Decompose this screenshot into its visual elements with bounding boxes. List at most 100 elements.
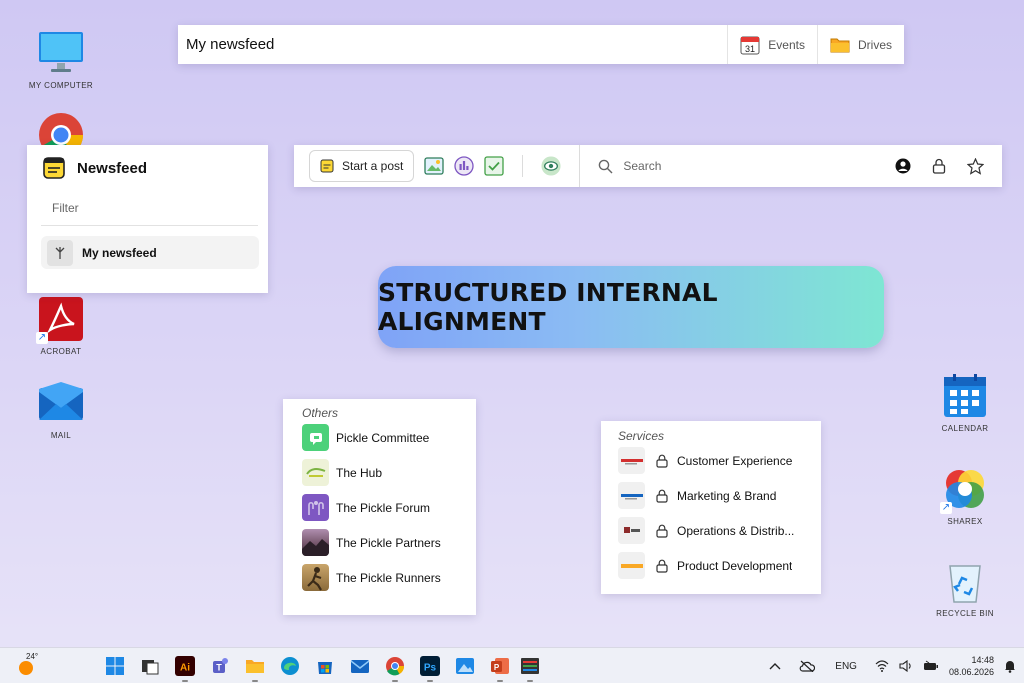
desktop-icon-acrobat[interactable]: ↗ ACROBAT: [21, 296, 101, 356]
notification-bell-icon[interactable]: [1004, 659, 1016, 673]
cloud-sync-icon[interactable]: [799, 660, 816, 672]
lock-icon: [655, 454, 669, 468]
calendar-31-icon: 31: [740, 36, 760, 54]
list-item-the-pickle-forum[interactable]: The Pickle Forum: [302, 490, 476, 525]
events-label: Events: [768, 37, 805, 52]
desktop-icon-label: ACROBAT: [40, 347, 82, 356]
alignment-banner: STRUCTURED INTERNAL ALIGNMENT: [378, 266, 884, 348]
mail-icon: [38, 380, 84, 426]
start-button[interactable]: [105, 656, 125, 676]
page-title: My newsfeed: [186, 36, 275, 53]
poll-icon[interactable]: [454, 156, 475, 176]
list-item-label: Operations & Distrib...: [677, 523, 795, 538]
events-button[interactable]: 31 Events: [727, 25, 817, 64]
toolbar-divider: [522, 155, 524, 177]
volume-icon[interactable]: [899, 660, 913, 672]
banner-text: STRUCTURED INTERNAL ALIGNMENT: [378, 278, 718, 336]
sidebar-item-label: My newsfeed: [82, 245, 157, 260]
the-pickle-runners-avatar: [302, 564, 329, 591]
photos-icon[interactable]: [455, 656, 475, 676]
calendar-number: 31: [745, 44, 755, 54]
desktop-icon-my-computer[interactable]: MY COMPUTER: [21, 30, 101, 90]
illustrator-icon[interactable]: Ai: [175, 656, 195, 682]
clock[interactable]: 14:48 08.06.2026: [949, 654, 994, 678]
photoshop-icon[interactable]: Ps: [420, 656, 440, 682]
desktop-icon-sharex[interactable]: ↗ SHAREX: [925, 466, 1005, 526]
sharex-taskbar-icon[interactable]: [520, 656, 540, 682]
mail-app-icon[interactable]: [350, 656, 370, 676]
language-indicator[interactable]: ENG: [835, 661, 857, 672]
acrobat-icon: ↗: [36, 296, 84, 344]
teams-icon[interactable]: T: [210, 656, 230, 676]
list-item-label: The Hub: [336, 465, 383, 480]
weather-temperature: 24°: [26, 652, 39, 661]
wifi-icon[interactable]: [875, 660, 889, 672]
list-item-label: The Pickle Runners: [336, 570, 441, 585]
filter-input[interactable]: Filter: [41, 201, 258, 226]
services-list: Services Customer Experience Marketing &…: [601, 421, 821, 594]
sharex-icon: ↗: [940, 466, 988, 514]
drives-button[interactable]: Drives: [816, 25, 904, 64]
branch-icon: [47, 239, 73, 266]
file-explorer-icon[interactable]: [245, 656, 265, 682]
desktop-icon-recycle-bin[interactable]: RECYCLE BIN: [925, 558, 1005, 618]
list-item-the-hub[interactable]: The Hub: [302, 455, 476, 490]
marketing-brand-logo: [618, 482, 645, 509]
sidebar-item-my-newsfeed[interactable]: My newsfeed: [41, 236, 259, 269]
lock-icon: [655, 489, 669, 503]
svg-text:T: T: [216, 663, 222, 673]
start-post-label: Start a post: [342, 159, 404, 173]
desktop-icon-mail[interactable]: MAIL: [21, 380, 101, 440]
image-icon[interactable]: [424, 156, 445, 176]
system-tray: ENG 14:48 08.06.2026: [769, 648, 1016, 683]
newsfeed-panel: Newsfeed Filter My newsfeed: [27, 145, 268, 293]
weather-widget[interactable]: 24°: [16, 652, 39, 677]
calendar-icon: [942, 373, 988, 419]
search-placeholder: Search: [623, 159, 662, 173]
post-toolbar: Start a post Search: [294, 145, 1002, 187]
newsfeed-title-bar: My newsfeed 31 Events Drives: [178, 25, 904, 64]
battery-icon[interactable]: [923, 660, 939, 672]
newsfeed-panel-title: Newsfeed: [77, 159, 148, 177]
svg-text:Ai: Ai: [180, 663, 190, 674]
shortcut-arrow-icon: ↗: [36, 332, 48, 344]
others-list: Others Pickle Committee The Hub The Pick…: [283, 399, 476, 615]
eye-icon[interactable]: [541, 156, 561, 176]
list-item-marketing-brand[interactable]: Marketing & Brand: [618, 478, 821, 513]
powerpoint-icon[interactable]: P: [490, 656, 510, 682]
desktop-icon-label: SHAREX: [947, 517, 983, 526]
task-view-icon[interactable]: [140, 656, 160, 676]
checklist-icon[interactable]: [484, 156, 505, 176]
the-pickle-forum-avatar: [302, 494, 329, 521]
newsfeed-icon: [43, 157, 65, 179]
shortcut-arrow-icon: ↗: [940, 502, 952, 514]
user-icon[interactable]: [894, 157, 912, 175]
list-item-the-pickle-partners[interactable]: The Pickle Partners: [302, 525, 476, 560]
list-item-label: Marketing & Brand: [677, 488, 777, 503]
recycle-bin-icon: [942, 558, 988, 604]
desktop-icon-calendar[interactable]: CALENDAR: [925, 373, 1005, 433]
section-title-others: Others: [302, 406, 339, 420]
edge-icon[interactable]: [280, 656, 300, 676]
post-icon: [320, 159, 334, 173]
search-icon: [599, 159, 613, 173]
list-item-operations-distribution[interactable]: Operations & Distrib...: [618, 513, 821, 548]
list-item-customer-experience[interactable]: Customer Experience: [618, 443, 821, 478]
list-item-label: Customer Experience: [677, 453, 793, 468]
desktop-icon-label: MY COMPUTER: [28, 81, 94, 90]
list-item-the-pickle-runners[interactable]: The Pickle Runners: [302, 560, 476, 595]
chrome-taskbar-icon[interactable]: [385, 656, 405, 682]
start-post-button[interactable]: Start a post: [309, 150, 415, 182]
star-icon[interactable]: [966, 157, 984, 175]
customer-experience-logo: [618, 447, 645, 474]
chevron-up-icon[interactable]: [769, 662, 781, 670]
search-input[interactable]: Search: [579, 145, 894, 187]
list-item-pickle-committee[interactable]: Pickle Committee: [302, 420, 476, 455]
operations-distribution-logo: [618, 517, 645, 544]
list-item-product-development[interactable]: Product Development: [618, 548, 821, 583]
lock-icon[interactable]: [930, 157, 948, 175]
store-icon[interactable]: [315, 656, 335, 676]
drives-label: Drives: [857, 37, 892, 52]
the-pickle-partners-avatar: [302, 529, 329, 556]
clock-date: 08.06.2026: [948, 667, 994, 677]
